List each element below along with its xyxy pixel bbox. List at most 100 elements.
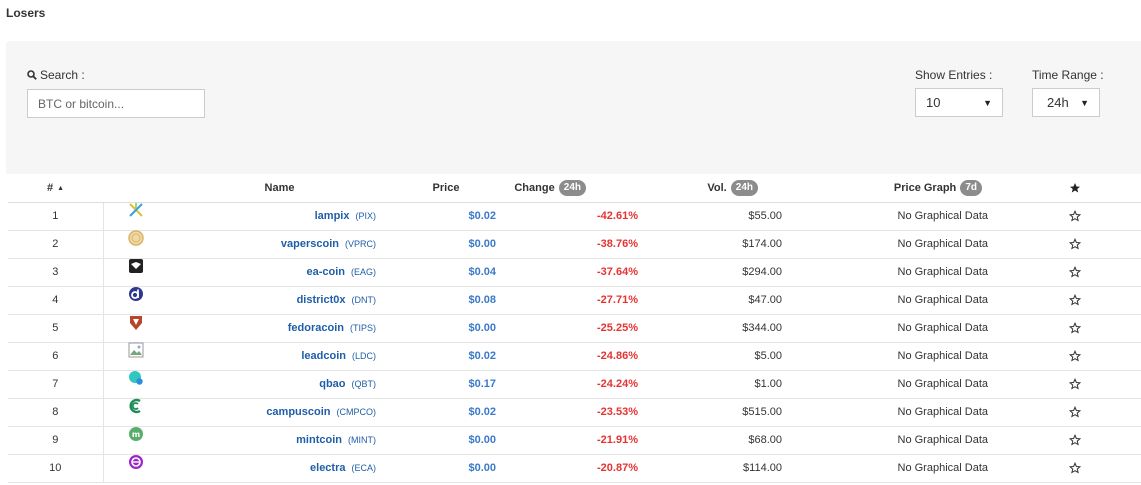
coin-name-link[interactable]: ea-coin xyxy=(306,266,345,278)
table-row[interactable]: 2 vaperscoin (VPRC) $0.00 -38.76% $174.00… xyxy=(8,230,1141,259)
search-input[interactable] xyxy=(27,89,205,118)
time-range-select[interactable]: 24h ▼ xyxy=(1032,88,1100,117)
broken-image-icon xyxy=(128,342,144,358)
star-outline-icon[interactable] xyxy=(1068,350,1081,362)
volume-period-badge: 24h xyxy=(730,179,758,196)
price-graph-cell: No Graphical Data xyxy=(808,230,1008,259)
favorite-cell xyxy=(1008,370,1141,399)
vaperscoin-icon xyxy=(127,230,144,246)
coin-symbol: (QBT) xyxy=(351,379,377,389)
star-outline-icon[interactable] xyxy=(1068,434,1081,446)
price-graph-cell: No Graphical Data xyxy=(808,314,1008,343)
rank-cell: 9 xyxy=(8,426,104,455)
coin-name-link[interactable]: lampix xyxy=(315,210,350,222)
favorite-cell xyxy=(1008,202,1141,231)
change-cell: -24.86% xyxy=(496,342,648,371)
price-cell: $0.04 xyxy=(396,258,496,287)
star-outline-icon[interactable] xyxy=(1068,462,1081,474)
search-icon xyxy=(27,70,37,80)
favorite-cell xyxy=(1008,286,1141,315)
table-header-row: # ▲ Name Price Change 24h Vol. 24h Price … xyxy=(8,174,1141,203)
table-row[interactable]: 5 fedoracoin (TIPS) $0.00 -25.25% $344.00… xyxy=(8,314,1141,343)
show-entries-select[interactable]: 10 ▼ xyxy=(915,88,1003,117)
table-row[interactable]: 9 m mintcoin (MINT) $0.00 -21.91% $68.00 … xyxy=(8,426,1141,455)
volume-cell: $174.00 xyxy=(648,230,808,259)
volume-cell: $47.00 xyxy=(648,286,808,315)
coin-symbol: (LDC) xyxy=(352,351,376,361)
coin-name-link[interactable]: electra xyxy=(310,462,345,474)
change-cell: -27.71% xyxy=(496,286,648,315)
sort-asc-icon: ▲ xyxy=(57,184,65,192)
filter-panel: Search : Show Entries : 10 ▼ Time Range … xyxy=(6,41,1141,174)
column-header-name[interactable]: Name xyxy=(163,174,396,203)
change-cell: -42.61% xyxy=(496,202,648,231)
table-row[interactable]: 10 electra (ECA) $0.00 -20.87% $114.00 No… xyxy=(8,454,1141,483)
campuscoin-icon xyxy=(128,398,144,414)
time-range-value: 24h xyxy=(1047,95,1069,110)
electra-icon xyxy=(128,454,144,470)
table-row[interactable]: 3 ea-coin (EAG) $0.04 -37.64% $294.00 No … xyxy=(8,258,1141,287)
table-row[interactable]: 4 district0x (DNT) $0.08 -27.71% $47.00 N… xyxy=(8,286,1141,315)
rank-cell: 5 xyxy=(8,314,104,343)
rank-cell: 4 xyxy=(8,286,104,315)
favorite-cell xyxy=(1008,398,1141,427)
qbao-icon xyxy=(128,370,144,386)
star-outline-icon[interactable] xyxy=(1068,238,1081,250)
coin-name-link[interactable]: fedoracoin xyxy=(288,322,344,334)
column-header-change[interactable]: Change 24h xyxy=(496,174,648,203)
star-outline-icon[interactable] xyxy=(1068,406,1081,418)
coin-symbol: (ECA) xyxy=(351,463,377,473)
coin-icon-cell xyxy=(103,314,163,343)
name-cell: qbao (QBT) xyxy=(163,370,396,399)
change-cell: -23.53% xyxy=(496,398,648,427)
volume-cell: $344.00 xyxy=(648,314,808,343)
show-entries-value: 10 xyxy=(926,95,941,110)
price-graph-cell: No Graphical Data xyxy=(808,398,1008,427)
name-cell: fedoracoin (TIPS) xyxy=(163,314,396,343)
rank-cell: 8 xyxy=(8,398,104,427)
table-row[interactable]: 8 campuscoin (CMPCO) $0.02 -23.53% $515.0… xyxy=(8,398,1141,427)
name-cell: mintcoin (MINT) xyxy=(163,426,396,455)
price-cell: $0.00 xyxy=(396,230,496,259)
svg-text:m: m xyxy=(131,430,139,439)
price-graph-cell: No Graphical Data xyxy=(808,370,1008,399)
change-cell: -37.64% xyxy=(496,258,648,287)
column-header-price[interactable]: Price xyxy=(396,174,496,203)
name-cell: electra (ECA) xyxy=(163,454,396,483)
coin-symbol: (DNT) xyxy=(351,295,377,305)
coin-name-link[interactable]: district0x xyxy=(297,294,346,306)
price-cell: $0.08 xyxy=(396,286,496,315)
price-cell: $0.17 xyxy=(396,370,496,399)
table-row[interactable]: 7 qbao (QBT) $0.17 -24.24% $1.00 No Graph… xyxy=(8,370,1141,399)
column-header-rank[interactable]: # ▲ xyxy=(8,174,103,203)
table-row[interactable]: 6 leadcoin (LDC) $0.02 -24.86% $5.00 No G… xyxy=(8,342,1141,371)
column-header-volume[interactable]: Vol. 24h xyxy=(648,174,808,203)
volume-cell: $68.00 xyxy=(648,426,808,455)
star-outline-icon[interactable] xyxy=(1068,210,1081,222)
name-cell: district0x (DNT) xyxy=(163,286,396,315)
coin-icon-cell xyxy=(103,286,163,315)
price-cell: $0.02 xyxy=(396,342,496,371)
mintcoin-icon: m xyxy=(128,426,144,442)
coin-symbol: (CMPCO) xyxy=(336,407,377,417)
price-graph-cell: No Graphical Data xyxy=(808,258,1008,287)
coin-symbol: (VPRC) xyxy=(345,239,376,249)
price-graph-cell: No Graphical Data xyxy=(808,426,1008,455)
favorite-cell xyxy=(1008,230,1141,259)
coin-icon-cell xyxy=(103,454,163,483)
coin-icon-cell xyxy=(103,398,163,427)
coin-name-link[interactable]: campuscoin xyxy=(266,406,330,418)
table-row[interactable]: 1 lampix (PIX) $0.02 -42.61% $55.00 No Gr… xyxy=(8,202,1141,231)
coin-name-link[interactable]: mintcoin xyxy=(296,434,342,446)
star-outline-icon[interactable] xyxy=(1068,378,1081,390)
star-outline-icon[interactable] xyxy=(1068,294,1081,306)
star-outline-icon[interactable] xyxy=(1068,266,1081,278)
coin-name-link[interactable]: vaperscoin xyxy=(281,238,339,250)
coin-name-link[interactable]: leadcoin xyxy=(301,350,346,362)
rank-cell: 6 xyxy=(8,342,104,371)
coin-name-link[interactable]: qbao xyxy=(319,378,345,390)
star-outline-icon[interactable] xyxy=(1068,322,1081,334)
losers-table: # ▲ Name Price Change 24h Vol. 24h Price … xyxy=(8,174,1141,483)
change-cell: -20.87% xyxy=(496,454,648,483)
volume-cell: $5.00 xyxy=(648,342,808,371)
